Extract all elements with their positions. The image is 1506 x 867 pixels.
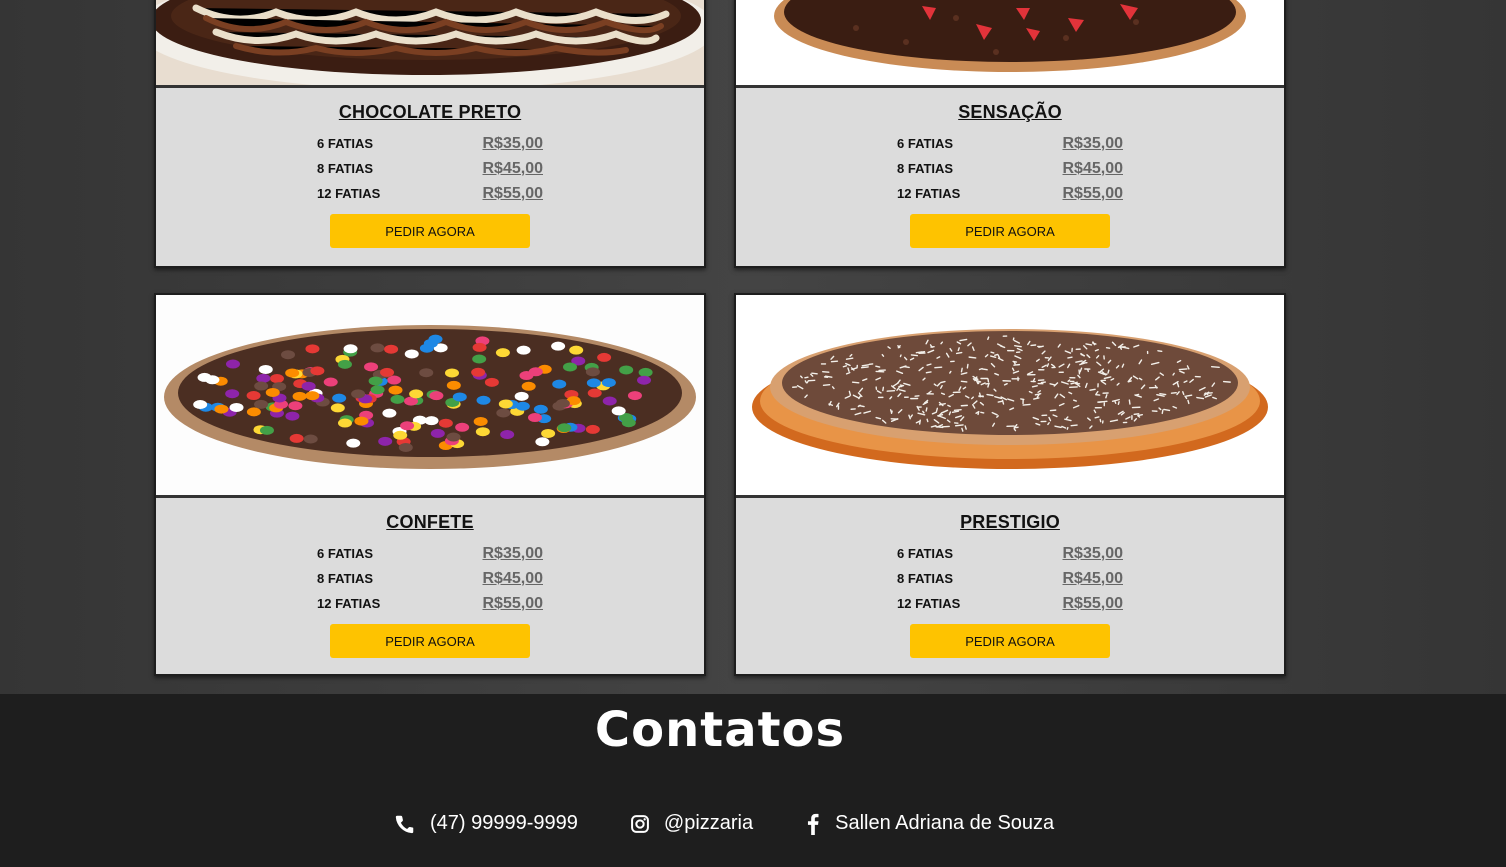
size-label: 12 FATIAS (317, 186, 381, 201)
product-image-chocolate-preto (156, 0, 704, 88)
product-image-prestigio (736, 295, 1284, 498)
facebook-name: Sallen Adriana de Souza (835, 812, 1055, 834)
price-value: R$55,00 (1062, 184, 1124, 202)
contact-phone[interactable]: (47) 99999-9999 (394, 812, 578, 835)
order-now-button[interactable]: PEDIR AGORA (910, 214, 1110, 248)
order-now-button[interactable]: PEDIR AGORA (330, 624, 530, 658)
price-row: 12 FATIAS R$55,00 (317, 181, 543, 206)
size-label: 12 FATIAS (897, 596, 961, 611)
product-info: CONFETE 6 FATIAS R$35,00 8 FATIAS R$45,0… (156, 498, 704, 674)
facebook-icon (808, 813, 819, 835)
price-value: R$35,00 (1062, 134, 1124, 152)
price-value: R$45,00 (482, 159, 544, 177)
price-row: 6 FATIAS R$35,00 (897, 541, 1123, 566)
price-row: 6 FATIAS R$35,00 (897, 131, 1123, 156)
price-value: R$35,00 (482, 134, 544, 152)
price-row: 6 FATIAS R$35,00 (317, 131, 543, 156)
size-label: 8 FATIAS (317, 571, 374, 586)
chocolate-pizza-image (156, 0, 704, 85)
price-row: 8 FATIAS R$45,00 (317, 566, 543, 591)
price-row: 6 FATIAS R$35,00 (317, 541, 543, 566)
phone-number: (47) 99999-9999 (430, 812, 578, 834)
product-title: CHOCOLATE PRETO (338, 102, 522, 122)
order-now-button[interactable]: PEDIR AGORA (330, 214, 530, 248)
price-list: 6 FATIAS R$35,00 8 FATIAS R$45,00 12 FAT… (897, 131, 1123, 206)
product-card-confete: CONFETE 6 FATIAS R$35,00 8 FATIAS R$45,0… (154, 293, 706, 676)
size-label: 6 FATIAS (897, 136, 954, 151)
size-label: 6 FATIAS (897, 546, 954, 561)
price-value: R$55,00 (482, 184, 544, 202)
contacts-footer: Contatos (47) 99999-9999 @pizzaria Salle… (0, 694, 1506, 867)
product-title: SENSAÇÃO (958, 102, 1062, 122)
contact-instagram[interactable]: @pizzaria (630, 812, 753, 835)
size-label: 8 FATIAS (897, 571, 954, 586)
product-image-sensacao (736, 0, 1284, 88)
contact-facebook[interactable]: Sallen Adriana de Souza (805, 812, 1054, 835)
prestigio-pizza-image (736, 295, 1284, 495)
product-card-prestigio: PRESTIGIO 6 FATIAS R$35,00 8 FATIAS R$45… (734, 293, 1286, 676)
instagram-handle: @pizzaria (663, 812, 754, 834)
price-value: R$35,00 (482, 544, 544, 562)
price-row: 12 FATIAS R$55,00 (897, 591, 1123, 616)
strawberry-pizza-image (736, 0, 1284, 85)
product-title: CONFETE (386, 512, 474, 532)
confete-pizza-image (156, 295, 704, 495)
product-card-sensacao: SENSAÇÃO 6 FATIAS R$35,00 8 FATIAS R$45,… (734, 0, 1286, 268)
price-value: R$45,00 (1062, 569, 1124, 587)
product-card-chocolate-preto: CHOCOLATE PRETO 6 FATIAS R$35,00 8 FATIA… (154, 0, 706, 268)
size-label: 12 FATIAS (317, 596, 381, 611)
product-info: CHOCOLATE PRETO 6 FATIAS R$35,00 8 FATIA… (156, 88, 704, 266)
order-now-button[interactable]: PEDIR AGORA (910, 624, 1110, 658)
size-label: 6 FATIAS (317, 136, 374, 151)
size-label: 6 FATIAS (317, 546, 374, 561)
price-row: 12 FATIAS R$55,00 (897, 181, 1123, 206)
product-info: PRESTIGIO 6 FATIAS R$35,00 8 FATIAS R$45… (736, 498, 1284, 674)
product-info: SENSAÇÃO 6 FATIAS R$35,00 8 FATIAS R$45,… (736, 88, 1284, 266)
instagram-icon (630, 814, 649, 833)
price-value: R$35,00 (1062, 544, 1124, 562)
product-image-confete (156, 295, 704, 498)
price-value: R$45,00 (1062, 159, 1124, 177)
price-list: 6 FATIAS R$35,00 8 FATIAS R$45,00 12 FAT… (317, 541, 543, 616)
size-label: 12 FATIAS (897, 186, 961, 201)
phone-icon (395, 815, 414, 833)
price-row: 8 FATIAS R$45,00 (897, 566, 1123, 591)
price-value: R$45,00 (482, 569, 544, 587)
menu-section: CHOCOLATE PRETO 6 FATIAS R$35,00 8 FATIA… (0, 0, 1506, 694)
price-row: 8 FATIAS R$45,00 (897, 156, 1123, 181)
price-row: 8 FATIAS R$45,00 (317, 156, 543, 181)
price-row: 12 FATIAS R$55,00 (317, 591, 543, 616)
price-value: R$55,00 (1062, 594, 1124, 612)
contact-list: (47) 99999-9999 @pizzaria Sallen Adriana… (394, 812, 1106, 835)
price-list: 6 FATIAS R$35,00 8 FATIAS R$45,00 12 FAT… (897, 541, 1123, 616)
price-list: 6 FATIAS R$35,00 8 FATIAS R$45,00 12 FAT… (317, 131, 543, 206)
product-title: PRESTIGIO (960, 512, 1060, 532)
size-label: 8 FATIAS (897, 161, 954, 176)
contacts-title: Contatos (594, 702, 846, 758)
price-value: R$55,00 (482, 594, 544, 612)
size-label: 8 FATIAS (317, 161, 374, 176)
